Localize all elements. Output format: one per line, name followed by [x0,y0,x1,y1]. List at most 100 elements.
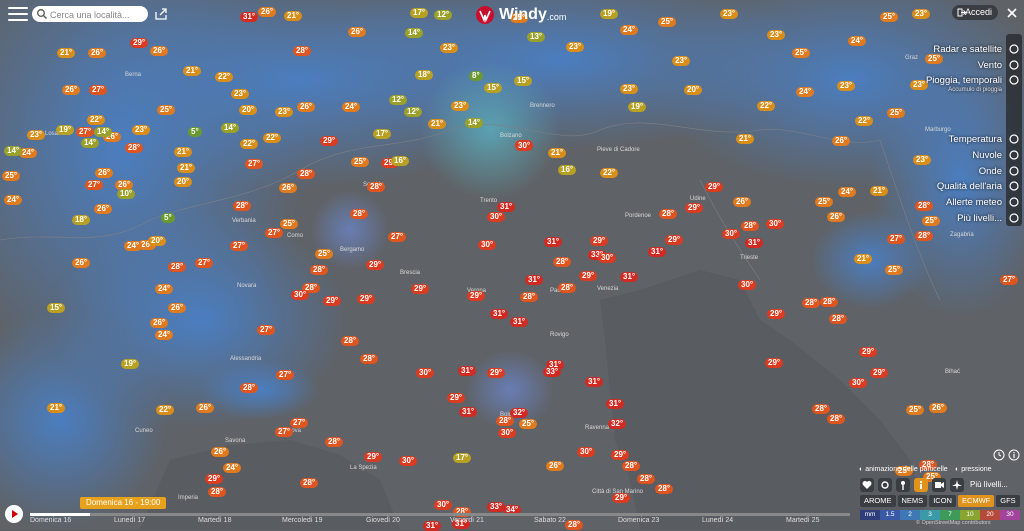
weather-map[interactable] [0,0,1024,529]
temperature-badge[interactable]: 20° [684,85,703,95]
temperature-badge[interactable]: 30° [766,219,785,229]
temperature-badge[interactable]: 26° [95,168,114,178]
temperature-badge[interactable]: 22° [600,168,619,178]
temperature-badge[interactable]: 24° [155,330,174,340]
model-button[interactable]: ECMWF [957,495,995,507]
rain-icon[interactable] [1008,74,1020,86]
temperature-badge[interactable]: 28° [233,201,252,211]
temperature-badge[interactable]: 28° [553,257,572,267]
hamburger-menu-icon[interactable] [8,7,28,23]
temperature-badge[interactable]: 28° [240,383,259,393]
temperature-badge[interactable]: 25° [815,197,834,207]
temperature-badge[interactable]: 29° [366,260,385,270]
airport-icon[interactable] [950,478,964,492]
temperature-badge[interactable]: 28° [915,231,934,241]
picker-icon[interactable] [896,478,910,492]
temperature-badge[interactable]: 21° [284,11,303,21]
temperature-badge[interactable]: 14° [221,123,240,133]
waves-icon[interactable] [1008,165,1020,177]
temperature-badge[interactable]: 26° [211,447,230,457]
layer-menu-item[interactable]: Radar e satellite [933,44,1002,55]
info-circle-icon[interactable] [1008,449,1020,461]
temperature-badge[interactable]: 28° [350,209,369,219]
temperature-badge[interactable]: 22° [215,72,234,82]
temperature-badge[interactable]: 5° [188,127,202,137]
more-layers-icon[interactable] [1008,212,1020,224]
air-quality-icon[interactable] [1008,180,1020,192]
temperature-badge[interactable]: 30° [722,229,741,239]
temperature-badge[interactable]: 28° [367,182,386,192]
temperature-badge[interactable]: 27° [76,127,95,137]
temperature-badge[interactable]: 14° [81,138,100,148]
favorite-icon[interactable] [860,478,874,492]
temperature-badge[interactable]: 31° [240,12,259,22]
temperature-badge[interactable]: 28° [125,143,144,153]
layer-menu-subitem[interactable]: Accumulo di pioggia [948,87,1002,93]
temperature-badge[interactable]: 22° [87,115,106,125]
temperature-badge[interactable]: 25° [922,216,941,226]
temperature-badge[interactable]: 29° [590,236,609,246]
temperature-badge[interactable]: 25° [906,405,925,415]
temperature-badge[interactable]: 16° [558,165,577,175]
temperature-badge[interactable]: 24° [342,102,361,112]
webcam-icon[interactable] [932,478,946,492]
temperature-badge[interactable]: 14° [94,127,113,137]
temperature-badge[interactable]: 21° [736,134,755,144]
windy-logo[interactable]: Windy .com [475,4,566,26]
temperature-badge[interactable]: 26° [929,403,948,413]
temperature-badge[interactable]: 23° [440,43,459,53]
temperature-badge[interactable]: 28° [520,292,539,302]
temperature-badge[interactable]: 21° [57,48,76,58]
temperature-badge[interactable]: 32° [608,419,627,429]
temperature-badge[interactable]: 29° [467,291,486,301]
timeline-day[interactable]: Domenica 23 [618,517,659,524]
temperature-badge[interactable]: 28° [659,209,678,219]
thermometer-icon[interactable] [1008,133,1020,145]
zoom-help-icon[interactable] [993,449,1005,461]
temperature-badge[interactable]: 29° [357,294,376,304]
temperature-badge[interactable]: 17° [373,129,392,139]
temperature-badge[interactable]: 26° [832,136,851,146]
temperature-badge[interactable]: 31° [648,247,667,257]
temperature-badge[interactable]: 26° [72,258,91,268]
timeline-day[interactable]: Lunedì 17 [114,517,145,524]
temperature-badge[interactable]: 17° [410,8,429,18]
temperature-badge[interactable]: 30° [498,428,517,438]
layer-menu-item[interactable]: Temperatura [949,134,1002,145]
temperature-badge[interactable]: 15° [514,76,533,86]
temperature-badge[interactable]: 23° [451,101,470,111]
temperature-badge[interactable]: 29° [323,296,342,306]
temperature-badge[interactable]: 27° [257,325,276,335]
temperature-badge[interactable]: 25° [880,12,899,22]
temperature-badge[interactable]: 27° [275,427,294,437]
temperature-badge[interactable]: 27° [85,180,104,190]
model-button[interactable]: GFS [996,495,1020,507]
temperature-badge[interactable]: 23° [912,9,931,19]
temperature-badge[interactable]: 27° [195,258,214,268]
search-input[interactable] [48,7,148,23]
temperature-badge[interactable]: 28° [300,478,319,488]
temperature-badge[interactable]: 29° [859,347,878,357]
timeline-day[interactable]: Sabato 22 [534,517,566,524]
temperature-badge[interactable]: 28° [168,262,187,272]
layer-menu-item[interactable]: Pioggia, temporali [926,75,1002,86]
temperature-badge[interactable]: 30° [738,280,757,290]
temperature-badge[interactable]: 25° [280,219,299,229]
pressure-toggle[interactable]: ◐ pressione [955,466,992,473]
close-menu-icon[interactable] [1005,6,1019,20]
temperature-badge[interactable]: 32° [510,408,529,418]
temperature-badge[interactable]: 28° [622,461,641,471]
temperature-badge[interactable]: 17° [453,453,472,463]
temperature-badge[interactable]: 30° [478,240,497,250]
temperature-badge[interactable]: 30° [577,447,596,457]
temperature-badge[interactable]: 28° [208,487,227,497]
temperature-badge[interactable]: 19° [121,359,140,369]
layer-menu-item[interactable]: Qualità dell'aria [937,181,1002,192]
temperature-badge[interactable]: 29° [487,368,506,378]
temperature-badge[interactable]: 14° [465,118,484,128]
temperature-badge[interactable]: 26° [150,46,169,56]
temperature-badge[interactable]: 27° [388,232,407,242]
search-bar[interactable] [32,6,148,23]
temperature-badge[interactable]: 31° [490,309,509,319]
temperature-badge[interactable]: 10° [117,189,136,199]
